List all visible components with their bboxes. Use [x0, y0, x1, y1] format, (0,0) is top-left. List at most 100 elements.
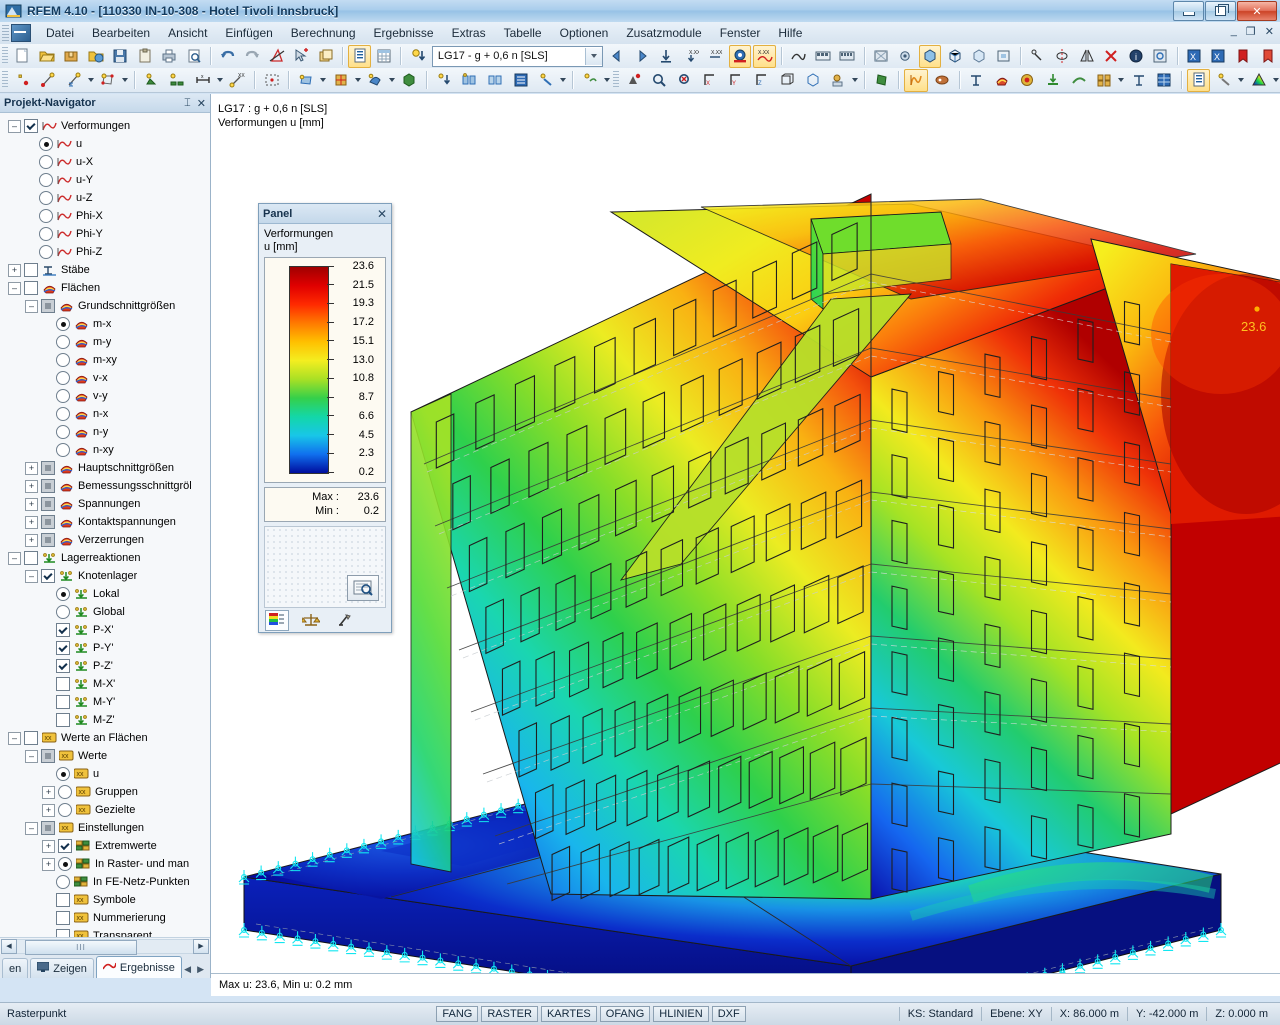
- tree-radio[interactable]: [58, 785, 72, 799]
- render-wireframe-icon[interactable]: [943, 45, 966, 68]
- tree-radio[interactable]: [58, 857, 72, 871]
- print-preview-icon[interactable]: [183, 45, 206, 68]
- tree-checkbox[interactable]: [41, 479, 55, 493]
- rotate-icon[interactable]: [1051, 45, 1074, 68]
- tree-item-fl-chen[interactable]: –Flächen: [0, 279, 210, 297]
- tree-item-global[interactable]: Global: [0, 603, 210, 621]
- tree-checkbox[interactable]: [41, 821, 55, 835]
- tree-item-in-raster-und-man[interactable]: +In Raster- und man: [0, 855, 210, 873]
- tree-radio[interactable]: [56, 875, 70, 889]
- tree-checkbox[interactable]: [24, 119, 38, 133]
- tree-radio[interactable]: [56, 407, 70, 421]
- imperfection-icon[interactable]: [458, 69, 482, 92]
- tree-checkbox[interactable]: [24, 263, 38, 277]
- menu-item-einfuegen[interactable]: Einfügen: [216, 23, 281, 43]
- imperfection-alt-icon[interactable]: [483, 69, 507, 92]
- tree-radio[interactable]: [39, 173, 53, 187]
- chevron-down-icon[interactable]: [388, 70, 397, 91]
- printout-report-icon[interactable]: [348, 45, 371, 68]
- tree-checkbox[interactable]: [56, 695, 70, 709]
- tree-item-grundschnittgr-en[interactable]: –Grundschnittgrößen: [0, 297, 210, 315]
- tree-checkbox[interactable]: [56, 929, 70, 937]
- new-grid-load-icon[interactable]: [329, 69, 353, 92]
- chevron-down-icon[interactable]: [559, 70, 568, 91]
- minimize-button[interactable]: [1173, 1, 1204, 21]
- rendering-options-icon[interactable]: [826, 69, 850, 92]
- toolbar-grip[interactable]: [613, 71, 619, 89]
- color-scale-results-icon[interactable]: [729, 45, 752, 68]
- menu-item-datei[interactable]: Datei: [37, 23, 83, 43]
- maximize-button[interactable]: [1205, 1, 1236, 21]
- tree-radio[interactable]: [39, 137, 53, 151]
- tree-item-u-y[interactable]: u-Y: [0, 171, 210, 189]
- select-plus-icon[interactable]: [290, 45, 313, 68]
- show-values-xx-icon[interactable]: X.XX: [680, 45, 703, 68]
- result-diagram-icon[interactable]: X.XX: [753, 45, 776, 68]
- view-fit-icon[interactable]: [993, 45, 1016, 68]
- tree-item-extremwerte[interactable]: +Extremwerte: [0, 837, 210, 855]
- chevron-down-icon[interactable]: [602, 70, 611, 91]
- chevron-down-icon[interactable]: [215, 70, 224, 91]
- load-case-combo[interactable]: LG17 - g + 0,6 n [SLS]: [432, 46, 603, 67]
- smooth-results-icon[interactable]: [1067, 69, 1091, 92]
- new-hinge-icon[interactable]: x: [191, 69, 215, 92]
- tree-radio[interactable]: [39, 209, 53, 223]
- chevron-down-icon[interactable]: [1237, 70, 1246, 91]
- export-excel-icon[interactable]: X: [1183, 45, 1206, 68]
- menu-item-fenster[interactable]: Fenster: [711, 23, 770, 43]
- bookmark-red-alt-icon[interactable]: [1256, 45, 1279, 68]
- view-x-icon[interactable]: X: [699, 69, 723, 92]
- tree-item-phi-y[interactable]: Phi-Y: [0, 225, 210, 243]
- tree-item-bemessungsschnittgr-l[interactable]: +Bemessungsschnittgröl: [0, 477, 210, 495]
- tree-checkbox[interactable]: [56, 677, 70, 691]
- previous-load-case-icon[interactable]: [606, 45, 629, 68]
- tree-checkbox[interactable]: [56, 659, 70, 673]
- navigator-tab-partial[interactable]: en: [2, 958, 28, 978]
- tree-item-werte[interactable]: –xxWerte: [0, 747, 210, 765]
- tree-checkbox[interactable]: [24, 551, 38, 565]
- tree-item-nummerierung[interactable]: xxNummerierung: [0, 909, 210, 927]
- navigator-tab-ergebnisse[interactable]: Ergebnisse: [96, 956, 182, 978]
- view-iso-icon[interactable]: [775, 69, 799, 92]
- chevron-down-icon[interactable]: [1117, 70, 1126, 91]
- toolbar-grip[interactable]: [2, 71, 8, 89]
- load-wizard-icon[interactable]: [534, 69, 558, 92]
- expand-icon[interactable]: +: [25, 516, 38, 529]
- next-load-case-icon[interactable]: [630, 45, 653, 68]
- panel-tab-color-scale[interactable]: [265, 610, 289, 631]
- tree-item-verzerrungen[interactable]: +Verzerrungen: [0, 531, 210, 549]
- axis-system-icon[interactable]: [1127, 69, 1151, 92]
- expand-icon[interactable]: +: [25, 534, 38, 547]
- tree-item-u-z[interactable]: u-Z: [0, 189, 210, 207]
- result-wizard-icon[interactable]: [1212, 69, 1236, 92]
- mdi-restore-button[interactable]: ❐: [1246, 25, 1256, 38]
- section-icon[interactable]: [965, 69, 989, 92]
- chevron-down-icon[interactable]: [121, 70, 130, 91]
- properties-icon[interactable]: [1149, 45, 1172, 68]
- tree-checkbox[interactable]: [24, 281, 38, 295]
- zoom-window-icon[interactable]: [648, 69, 672, 92]
- tree-item-m-y[interactable]: M-Y': [0, 693, 210, 711]
- panel-tab-factors[interactable]: [299, 610, 323, 631]
- tree-item-m-y[interactable]: m-y: [0, 333, 210, 351]
- zoom-icon[interactable]: [347, 575, 379, 601]
- menu-item-zusatzmodule[interactable]: Zusatzmodule: [617, 23, 710, 43]
- close-icon[interactable]: ✕: [377, 208, 387, 220]
- tree-item-u[interactable]: u: [0, 135, 210, 153]
- tree-radio[interactable]: [39, 155, 53, 169]
- show-values-icon[interactable]: [655, 45, 678, 68]
- tree-item-n-y[interactable]: n-y: [0, 423, 210, 441]
- tree-checkbox[interactable]: [41, 461, 55, 475]
- new-line-support-icon[interactable]: [165, 69, 189, 92]
- fe-mesh-region-icon[interactable]: [260, 69, 284, 92]
- menu-item-bearbeiten[interactable]: Bearbeiten: [83, 23, 159, 43]
- navigator-tab-prev[interactable]: ◀: [184, 964, 191, 975]
- toolbar-grip[interactable]: [2, 47, 8, 65]
- tree-radio[interactable]: [56, 317, 70, 331]
- tree-item-in-fe-netz-punkten[interactable]: In FE-Netz-Punkten: [0, 873, 210, 891]
- info-icon[interactable]: i: [1124, 45, 1147, 68]
- tree-radio[interactable]: [56, 353, 70, 367]
- print-icon[interactable]: [158, 45, 181, 68]
- new-file-icon[interactable]: [11, 45, 34, 68]
- clipboard-icon[interactable]: [134, 45, 157, 68]
